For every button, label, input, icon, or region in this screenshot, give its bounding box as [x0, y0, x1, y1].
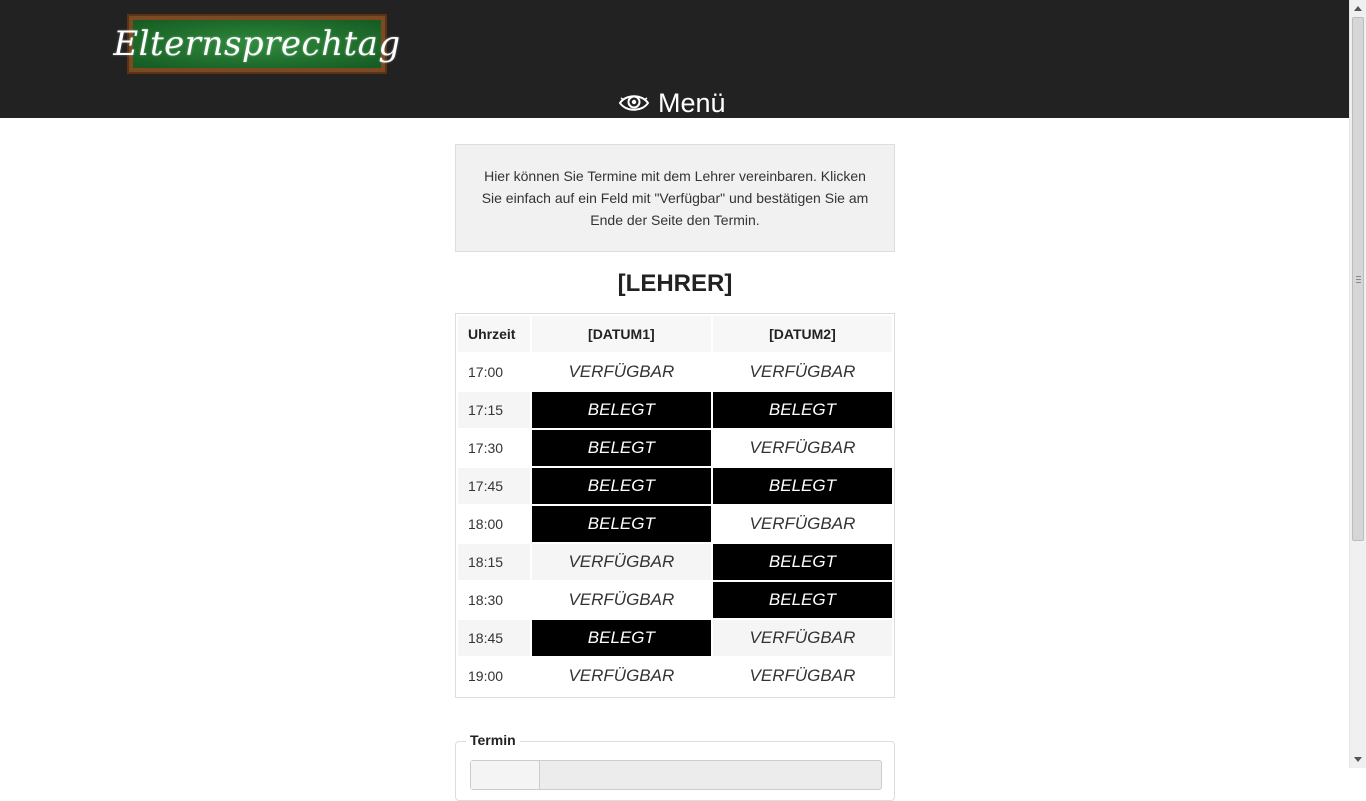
slot-cell-date1[interactable]: BELEGT	[531, 506, 711, 542]
table-row: 17:30 BELEGT VERFÜGBAR	[458, 430, 892, 466]
menu-label: Menü	[658, 87, 726, 118]
table-row: 17:45 BELEGT BELEGT	[458, 468, 892, 504]
info-box: Hier können Sie Termine mit dem Lehrer v…	[455, 144, 895, 252]
time-cell: 17:30	[468, 440, 504, 456]
scroll-up-arrow-icon[interactable]	[1350, 0, 1366, 17]
slot-cell-date1[interactable]: BELEGT	[531, 430, 711, 466]
slot-cell-date2[interactable]: VERFÜGBAR	[712, 658, 892, 694]
time-cell: 18:45	[458, 620, 530, 656]
slot-cell-date1[interactable]: VERFÜGBAR	[531, 658, 711, 694]
time-cell: 17:45	[458, 468, 530, 504]
grip-icon	[1356, 276, 1361, 283]
slot-cell-date2[interactable]: BELEGT	[712, 544, 892, 580]
schedule-grid: Uhrzeit [DATUM1] [DATUM2] 17:00 VERFÜGBA…	[456, 314, 894, 696]
slot-cell-date2[interactable]: VERFÜGBAR	[712, 620, 892, 656]
page: Elternsprechtag Menü Hier können Sie Ter…	[0, 0, 1349, 801]
slot-cell-date1[interactable]: VERFÜGBAR	[531, 354, 711, 390]
teacher-heading: [LEHRER]	[617, 270, 733, 297]
site-header: Elternsprechtag Menü	[0, 0, 1349, 118]
menu-button[interactable]: Menü	[618, 86, 726, 120]
time-cell: 17:00	[468, 364, 504, 380]
header-row: Uhrzeit [DATUM1] [DATUM2]	[458, 316, 892, 352]
table-row: 18:15 VERFÜGBAR BELEGT	[458, 544, 892, 580]
eye-icon	[618, 92, 650, 114]
termin-input-addon	[471, 761, 540, 789]
slot-cell-date1[interactable]: BELEGT	[531, 620, 711, 656]
slot-cell-date2[interactable]: BELEGT	[712, 468, 892, 504]
slot-cell-date1[interactable]: VERFÜGBAR	[531, 544, 711, 580]
info-text: Hier können Sie Termine mit dem Lehrer v…	[481, 168, 869, 228]
termin-input[interactable]	[470, 760, 882, 790]
table-row: 19:00 VERFÜGBAR VERFÜGBAR	[458, 658, 892, 694]
column-header-date1: [DATUM1]	[531, 316, 711, 352]
slot-cell-date2[interactable]: BELEGT	[712, 582, 892, 618]
termin-legend: Termin	[466, 732, 520, 748]
slot-cell-date1[interactable]: BELEGT	[531, 392, 711, 428]
logo-text: Elternsprechtag	[113, 24, 401, 64]
termin-fieldset: Termin	[455, 732, 895, 801]
time-cell: 19:00	[468, 668, 504, 684]
schedule-table: Uhrzeit [DATUM1] [DATUM2] 17:00 VERFÜGBA…	[455, 313, 895, 698]
slot-cell-date1[interactable]: VERFÜGBAR	[531, 582, 711, 618]
logo[interactable]: Elternsprechtag	[113, 14, 400, 74]
table-row: 17:00 VERFÜGBAR VERFÜGBAR	[458, 354, 892, 390]
table-row: 17:15 BELEGT BELEGT	[458, 392, 892, 428]
time-cell: 18:15	[458, 544, 530, 580]
scroll-down-arrow-icon[interactable]	[1350, 751, 1366, 768]
slot-cell-date1[interactable]: BELEGT	[531, 468, 711, 504]
slot-cell-date2[interactable]: VERFÜGBAR	[712, 506, 892, 542]
slot-cell-date2[interactable]: BELEGT	[712, 392, 892, 428]
table-row: 18:00 BELEGT VERFÜGBAR	[458, 506, 892, 542]
slot-cell-date2[interactable]: VERFÜGBAR	[712, 354, 892, 390]
table-row: 18:30 VERFÜGBAR BELEGT	[458, 582, 892, 618]
time-cell: 18:30	[468, 592, 504, 608]
scroll-thumb[interactable]	[1352, 17, 1364, 541]
vertical-scrollbar[interactable]	[1349, 0, 1366, 768]
slot-cell-date2[interactable]: VERFÜGBAR	[712, 430, 892, 466]
chalkboard: Elternsprechtag	[113, 20, 400, 68]
table-row: 18:45 BELEGT VERFÜGBAR	[458, 620, 892, 656]
column-header-date2: [DATUM2]	[712, 316, 892, 352]
time-cell: 17:15	[458, 392, 530, 428]
time-cell: 18:00	[468, 516, 504, 532]
column-header-time: Uhrzeit	[458, 316, 530, 352]
